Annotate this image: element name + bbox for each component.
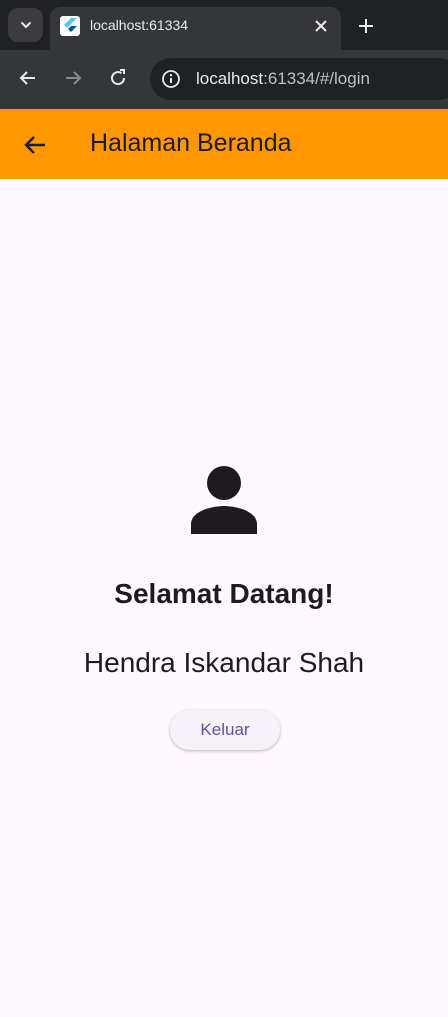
user-name: Hendra Iskandar Shah: [83, 647, 365, 678]
app-back-button[interactable]: [20, 130, 50, 160]
address-bar[interactable]: localhost:61334/#/login: [150, 58, 448, 100]
url-path: :61334/#/login: [263, 69, 370, 88]
close-icon[interactable]: [311, 16, 331, 36]
back-button[interactable]: [16, 66, 40, 90]
tab-list-button[interactable]: [8, 8, 43, 42]
reload-button[interactable]: [106, 66, 130, 90]
browser-tab[interactable]: localhost:61334: [50, 7, 341, 50]
browser-toolbar: localhost:61334/#/login: [0, 50, 448, 109]
url-text: localhost:61334/#/login: [196, 69, 370, 89]
app-bar: Halaman Beranda: [0, 109, 448, 179]
home-content: Selamat Datang! Hendra Iskandar Shah Kel…: [0, 179, 448, 1017]
logout-button[interactable]: Keluar: [170, 710, 280, 750]
page-title: Halaman Beranda: [90, 129, 292, 157]
forward-arrow-icon: [66, 71, 82, 85]
welcome-heading: Selamat Datang!: [114, 578, 334, 609]
reload-icon: [111, 69, 126, 86]
browser-tabstrip: localhost:61334: [0, 0, 448, 50]
flutter-favicon: [60, 16, 80, 36]
back-arrow-icon: [19, 71, 35, 85]
arrow-back-icon: [24, 136, 45, 154]
forward-button[interactable]: [61, 66, 85, 90]
plus-icon: [359, 19, 373, 33]
url-host: localhost: [196, 69, 264, 88]
new-tab-button[interactable]: [354, 14, 378, 38]
chevron-down-icon: [20, 22, 31, 29]
person-icon: [191, 466, 257, 534]
info-icon[interactable]: [160, 68, 182, 90]
tab-title: localhost:61334: [90, 17, 189, 33]
